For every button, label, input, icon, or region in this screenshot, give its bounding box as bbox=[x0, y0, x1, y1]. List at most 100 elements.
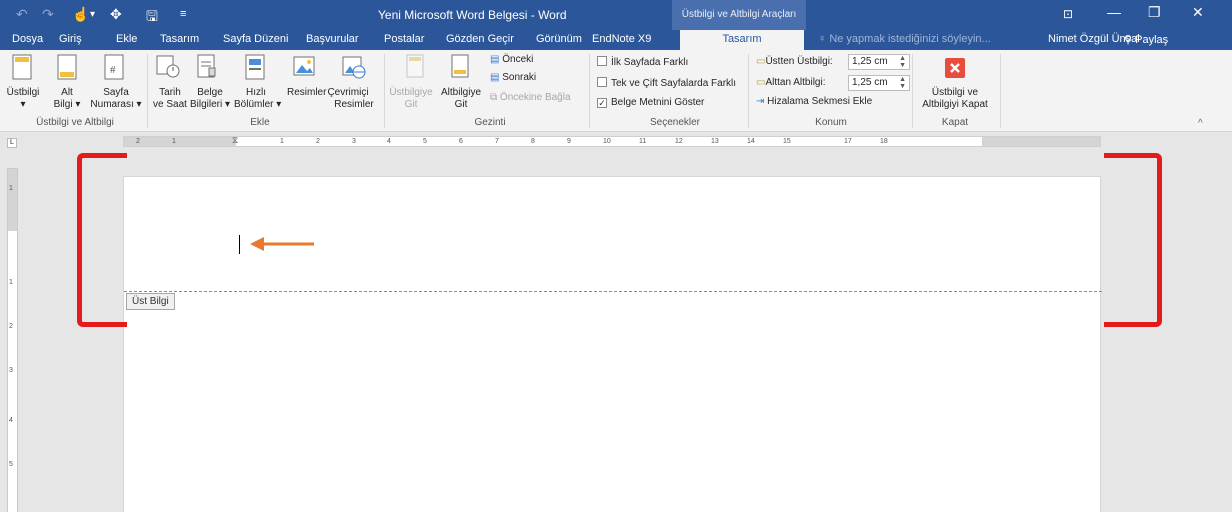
document-page[interactable]: Üst Bilgi bbox=[123, 176, 1102, 512]
tab-endnote[interactable]: EndNote X9 bbox=[592, 33, 651, 45]
tab-references[interactable]: Başvurular bbox=[306, 33, 359, 45]
online-pictures-icon[interactable] bbox=[342, 54, 366, 80]
close-header-footer-button[interactable]: Üstbilgi ve Altbilgiyi Kapat bbox=[912, 87, 998, 111]
pictures-button[interactable]: Resimler bbox=[287, 87, 326, 99]
tab-mailings[interactable]: Postalar bbox=[384, 33, 424, 45]
tell-me-text: Ne yapmak istediğinizi söyleyin... bbox=[829, 33, 991, 45]
quick-parts-button[interactable]: Hızlı Bölümler ▾ bbox=[234, 87, 281, 111]
spinner-arrows-icon[interactable]: ▲ ▼ bbox=[899, 55, 906, 69]
ribbon: Üstbilgi ▾ Alt Bilgi ▾ # Sayfa Numarası ▾ Ü… bbox=[0, 50, 1232, 132]
ruler-number: 2 bbox=[316, 138, 320, 145]
customize-icon[interactable]: ▾ bbox=[90, 9, 95, 20]
ruler-number: 17 bbox=[844, 138, 852, 145]
ruler-number: 18 bbox=[880, 138, 888, 145]
minimize-icon[interactable]: — bbox=[1107, 4, 1121, 20]
alignment-tab-icon: ⇥ bbox=[756, 96, 765, 107]
go-to-header-button[interactable]: Üstbilgiye Git bbox=[388, 87, 434, 111]
tab-header-footer-design[interactable]: Tasarım bbox=[680, 30, 804, 50]
show-document-text-checkbox[interactable]: ✓ Belge Metnini Göster bbox=[597, 97, 704, 108]
different-first-page-label: İlk Sayfada Farklı bbox=[611, 57, 689, 68]
group-options-label: Seçenekler bbox=[649, 117, 701, 128]
title-bar: ↶ ↷ ☝ ▾ ✥ 🖫 ≡ Yeni Microsoft Word Belges… bbox=[0, 0, 1232, 30]
ruler-number: 14 bbox=[747, 138, 755, 145]
tab-layout[interactable]: Sayfa Düzeni bbox=[223, 33, 288, 45]
different-odd-even-checkbox[interactable]: Tek ve Çift Sayfalarda Farklı bbox=[597, 77, 736, 89]
ruler-number: 15 bbox=[783, 138, 791, 145]
online-pictures-button[interactable]: Çevrimiçi Resimler bbox=[320, 87, 376, 111]
link-to-previous-button[interactable]: ⧉ Öncekine Bağla bbox=[490, 92, 571, 103]
tab-view[interactable]: Görünüm bbox=[536, 33, 582, 45]
go-to-footer-button[interactable]: Altbilgiye Git bbox=[438, 87, 484, 111]
share-label: Paylaş bbox=[1135, 34, 1169, 46]
go-to-header-icon[interactable] bbox=[406, 54, 426, 80]
spinner-arrows-icon[interactable]: ▲ ▼ bbox=[899, 76, 906, 90]
collapse-ribbon-icon[interactable]: ^ bbox=[1198, 118, 1203, 129]
lightbulb-icon: ♀ bbox=[818, 33, 830, 45]
checkbox-box bbox=[597, 56, 607, 66]
footer-button[interactable]: Alt Bilgi ▾ bbox=[48, 87, 86, 111]
date-time-button[interactable]: Tarih ve Saat bbox=[150, 87, 190, 111]
group-insert-label: Ekle bbox=[250, 117, 270, 128]
ruler-number: 7 bbox=[495, 138, 499, 145]
different-first-page-checkbox[interactable]: İlk Sayfada Farklı bbox=[597, 56, 688, 68]
header-from-top-input[interactable]: 1,25 cm ▲ ▼ bbox=[848, 54, 910, 70]
page-number-button[interactable]: Sayfa Numarası ▾ bbox=[88, 87, 144, 111]
group-navigation-label: Gezinti bbox=[474, 117, 506, 128]
ruler-number: 13 bbox=[711, 138, 719, 145]
save-icon[interactable]: 🖫 bbox=[146, 6, 158, 30]
group-separator bbox=[384, 54, 385, 128]
qat-more-icon[interactable]: ≡ bbox=[180, 8, 186, 20]
ribbon-tab-row: Dosya Giriş Ekle Tasarım Sayfa Düzeni Ba… bbox=[0, 30, 1232, 50]
contextual-tab-title: Üstbilgi ve Altbilgi Araçları bbox=[672, 0, 806, 30]
vertical-ruler-number: 1 bbox=[9, 279, 13, 286]
indent-marker-icon[interactable]: ⧖ bbox=[232, 135, 238, 146]
redo-icon[interactable]: ↷ bbox=[42, 6, 54, 23]
next-label: Sonraki bbox=[502, 72, 537, 83]
document-info-icon[interactable] bbox=[197, 54, 217, 80]
tab-selector[interactable]: L bbox=[7, 138, 17, 148]
tab-insert[interactable]: Ekle bbox=[116, 33, 137, 45]
go-to-footer-icon[interactable] bbox=[451, 54, 471, 80]
group-separator bbox=[748, 54, 749, 128]
ribbon-display-icon[interactable]: ⊡ bbox=[1063, 7, 1073, 21]
text-cursor bbox=[239, 235, 240, 254]
touch-mode-icon[interactable]: ☝ bbox=[72, 6, 89, 23]
undo-icon[interactable]: ↶ bbox=[16, 6, 28, 23]
person-icon: ⚲ bbox=[1124, 34, 1136, 46]
close-header-footer-icon[interactable] bbox=[945, 58, 965, 78]
vertical-ruler[interactable]: 1 1 2 3 4 5 bbox=[7, 168, 18, 512]
close-icon[interactable]: ✕ bbox=[1192, 4, 1204, 21]
quick-parts-icon[interactable] bbox=[245, 54, 265, 80]
tab-home[interactable]: Giriş bbox=[59, 33, 82, 45]
mouse-touch-icon[interactable]: ✥ bbox=[110, 6, 122, 23]
date-time-icon[interactable] bbox=[156, 54, 180, 80]
tab-review[interactable]: Gözden Geçir bbox=[446, 33, 514, 45]
header-button[interactable]: Üstbilgi ▾ bbox=[6, 87, 40, 111]
insert-alignment-tab-label: Hizalama Sekmesi Ekle bbox=[767, 96, 873, 107]
horizontal-ruler[interactable]: 2 1 1 2 3 4 5 6 7 8 9 10 11 12 13 14 15 17 18 ⧖ bbox=[123, 135, 1101, 147]
ruler-number: 11 bbox=[639, 138, 647, 145]
vertical-ruler-number: 1 bbox=[9, 185, 13, 192]
different-odd-even-label: Tek ve Çift Sayfalarda Farklı bbox=[611, 78, 737, 89]
ruler-number: 1 bbox=[280, 138, 284, 145]
footer-button-icon[interactable] bbox=[57, 54, 77, 80]
footer-from-bottom-input[interactable]: 1,25 cm ▲ ▼ bbox=[848, 75, 910, 91]
group-separator bbox=[1000, 54, 1001, 128]
document-info-button[interactable]: Belge Bilgileri ▾ bbox=[188, 87, 232, 111]
tab-file[interactable]: Dosya bbox=[12, 33, 43, 45]
tab-design[interactable]: Tasarım bbox=[160, 33, 199, 45]
share-button[interactable]: ⚲ Paylaş bbox=[1124, 33, 1168, 46]
previous-button[interactable]: ▤ Önceki bbox=[490, 54, 533, 65]
header-button-icon[interactable] bbox=[12, 54, 32, 80]
previous-icon: ▤ bbox=[490, 54, 500, 65]
insert-alignment-tab-button[interactable]: ⇥ Hizalama Sekmesi Ekle bbox=[756, 96, 872, 107]
next-button[interactable]: ▤ Sonraki bbox=[490, 72, 536, 83]
right-red-bracket bbox=[1104, 153, 1162, 327]
page-number-icon[interactable]: # bbox=[104, 54, 124, 80]
restore-icon[interactable]: ❐ bbox=[1148, 4, 1161, 21]
svg-text:#: # bbox=[110, 64, 116, 76]
tell-me-search[interactable]: ♀ Ne yapmak istediğinizi söyleyin... bbox=[818, 33, 991, 45]
footer-from-bottom-label: ▭Alttan Altbilgi: bbox=[756, 77, 826, 88]
pictures-icon[interactable] bbox=[293, 54, 317, 80]
group-header-footer-label: Üstbilgi ve Altbilgi bbox=[36, 117, 114, 128]
